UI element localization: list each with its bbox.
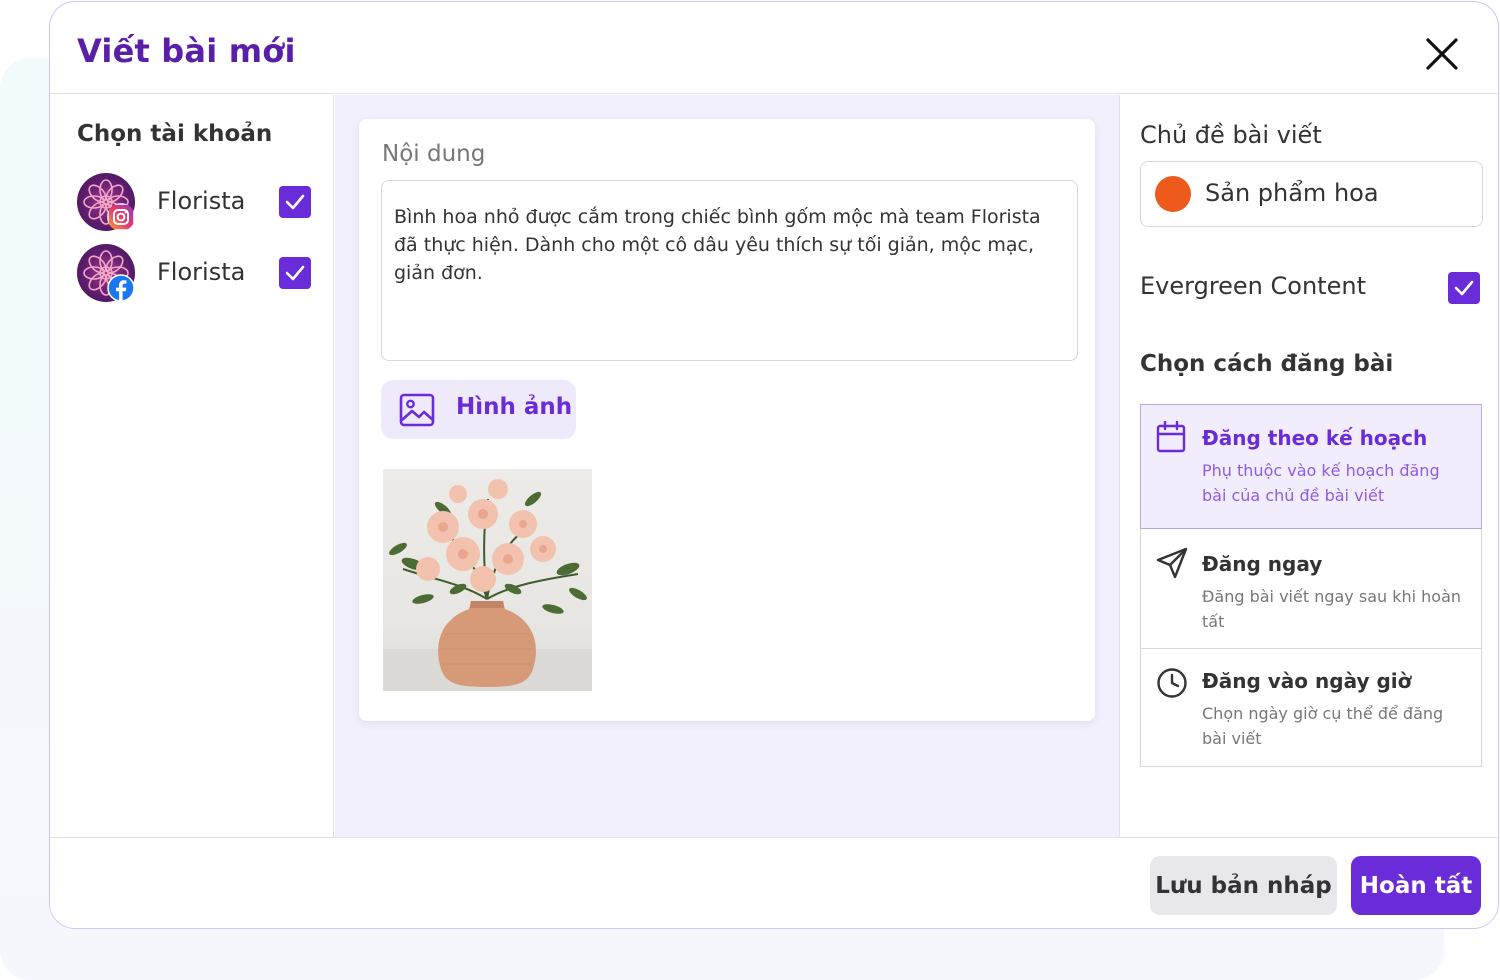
evergreen-checkbox[interactable] (1448, 272, 1480, 304)
check-icon (285, 194, 305, 210)
facebook-icon (107, 274, 135, 302)
avatar (77, 173, 135, 231)
option-title: Đăng vào ngày giờ (1202, 669, 1412, 693)
modal-header: Viết bài mới (50, 2, 1498, 94)
calendar-icon (1156, 421, 1186, 453)
save-draft-button[interactable]: Lưu bản nháp (1150, 856, 1337, 915)
option-description: Phụ thuộc vào kế hoạch đăng bài của chủ … (1202, 461, 1440, 505)
publish-option-datetime[interactable]: Đăng vào ngày giờ Chọn ngày giờ cụ thể đ… (1140, 648, 1482, 767)
account-checkbox-instagram[interactable] (279, 186, 311, 218)
evergreen-label: Evergreen Content (1140, 272, 1366, 300)
content-panel: Nội dung Bình hoa nhỏ được cắm trong chi… (335, 95, 1119, 837)
clock-icon (1157, 668, 1187, 698)
publish-heading: Chọn cách đăng bài (1140, 351, 1394, 377)
instagram-icon (107, 203, 135, 231)
flower-vase-image (383, 479, 592, 691)
check-icon (1454, 280, 1474, 296)
account-checkbox-facebook[interactable] (279, 257, 311, 289)
account-name: Florista (157, 258, 246, 286)
account-row-instagram[interactable]: Florista (77, 173, 317, 233)
topic-color-dot (1155, 176, 1191, 212)
option-description: Đăng bài viết ngay sau khi hoàn tất (1202, 587, 1462, 631)
account-row-facebook[interactable]: Florista (77, 244, 317, 304)
topic-heading: Chủ đề bài viết (1140, 121, 1322, 149)
close-icon (1426, 38, 1458, 70)
topic-value: Sản phẩm hoa (1205, 179, 1379, 207)
add-image-label: Hình ảnh (456, 394, 573, 420)
close-button[interactable] (1420, 32, 1464, 76)
attached-photo[interactable] (383, 469, 592, 691)
account-name: Florista (157, 187, 246, 215)
option-title: Đăng ngay (1202, 552, 1323, 576)
new-post-modal: Viết bài mới Chọn tài khoản Florista Flo… (49, 1, 1499, 929)
done-button[interactable]: Hoàn tất (1351, 856, 1481, 915)
publish-option-now[interactable]: Đăng ngay Đăng bài viết ngay sau khi hoà… (1140, 529, 1482, 649)
settings-panel: Chủ đề bài viết Sản phẩm hoa Evergreen C… (1119, 95, 1498, 837)
account-panel: Chọn tài khoản Florista Florista (50, 95, 334, 837)
avatar (77, 244, 135, 302)
image-icon (399, 393, 435, 427)
content-textarea[interactable]: Bình hoa nhỏ được cắm trong chiếc bình g… (381, 180, 1078, 361)
modal-footer: Lưu bản nháp Hoàn tất (50, 837, 1498, 928)
modal-title: Viết bài mới (77, 32, 296, 70)
add-image-button[interactable]: Hình ảnh (381, 380, 576, 439)
option-title: Đăng theo kế hoạch (1202, 426, 1428, 450)
account-heading: Chọn tài khoản (77, 121, 273, 147)
check-icon (285, 265, 305, 281)
publish-option-scheduled[interactable]: Đăng theo kế hoạch Phụ thuộc vào kế hoạc… (1140, 404, 1482, 529)
content-label: Nội dung (382, 141, 486, 167)
option-description: Chọn ngày giờ cụ thể để đăng bài viết (1202, 704, 1444, 748)
send-icon (1156, 547, 1188, 579)
content-card: Nội dung Bình hoa nhỏ được cắm trong chi… (359, 119, 1095, 721)
topic-select[interactable]: Sản phẩm hoa (1140, 161, 1483, 227)
